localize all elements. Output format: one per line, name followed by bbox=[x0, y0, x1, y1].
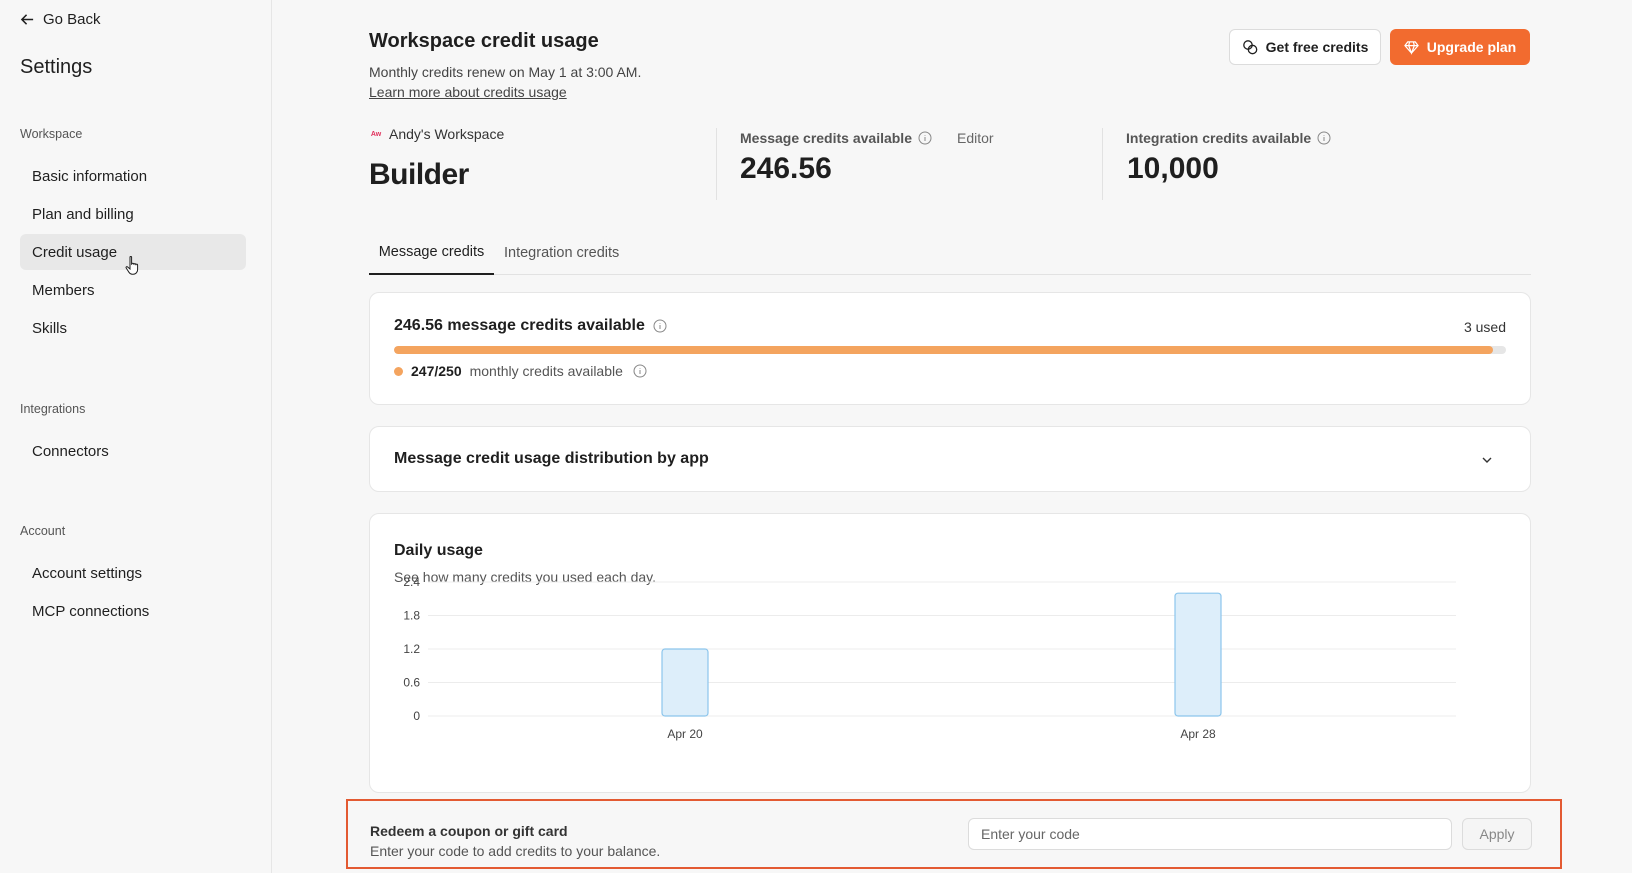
get-free-credits-label: Get free credits bbox=[1265, 39, 1369, 55]
apply-button[interactable]: Apply bbox=[1462, 818, 1532, 850]
x-tick-label: Apr 28 bbox=[1180, 727, 1216, 741]
sidebar-item-plan-and-billing[interactable]: Plan and billing bbox=[20, 196, 246, 232]
page-title: Workspace credit usage bbox=[369, 30, 599, 52]
hand-pointer-icon bbox=[125, 256, 139, 275]
redeem-subtitle: Enter your code to add credits to your b… bbox=[370, 843, 661, 859]
section-label-workspace: Workspace bbox=[20, 127, 83, 141]
chevron-down-icon[interactable] bbox=[1480, 453, 1494, 467]
legend-dot bbox=[394, 366, 403, 376]
settings-title: Settings bbox=[20, 56, 93, 78]
divider bbox=[1102, 128, 1103, 200]
diamond-icon bbox=[1403, 40, 1419, 55]
bar bbox=[1174, 592, 1222, 717]
redeem-title: Redeem a coupon or gift card bbox=[370, 823, 568, 839]
workspace-logo: Aw bbox=[370, 130, 382, 138]
tab-integration-credits[interactable]: Integration credits bbox=[504, 230, 619, 275]
credits-progress-fill bbox=[394, 346, 1493, 354]
message-credits-card: 246.56 message credits available 3 used … bbox=[369, 292, 1531, 405]
upgrade-plan-label: Upgrade plan bbox=[1426, 39, 1517, 55]
go-back-label: Go Back bbox=[43, 10, 101, 28]
sidebar-item-basic-information[interactable]: Basic information bbox=[20, 158, 246, 194]
y-tick-label: 2.4 bbox=[403, 575, 420, 589]
sidebar-item-account-settings[interactable]: Account settings bbox=[20, 555, 246, 591]
integration-credits-label: Integration credits available bbox=[1126, 130, 1331, 146]
section-label-account: Account bbox=[20, 524, 66, 538]
x-tick-label: Apr 20 bbox=[667, 727, 703, 741]
plan-name: Builder bbox=[369, 158, 469, 191]
sidebar-item-mcp-connections[interactable]: MCP connections bbox=[20, 593, 246, 629]
distribution-card[interactable]: Message credit usage distribution by app bbox=[369, 426, 1531, 492]
main-content: Workspace credit usage Monthly credits r… bbox=[272, 0, 1632, 873]
go-back-button[interactable]: Go Back bbox=[20, 8, 101, 30]
message-credits-label: Message credits available bbox=[740, 130, 932, 146]
info-icon[interactable] bbox=[1317, 131, 1331, 145]
redeem-section: Redeem a coupon or gift card Enter your … bbox=[346, 799, 1562, 869]
arrow-left-icon bbox=[20, 13, 34, 25]
message-credits-label-text: Message credits available bbox=[740, 130, 912, 146]
info-icon[interactable] bbox=[653, 319, 667, 333]
daily-usage-card: Daily usage See how many credits you use… bbox=[369, 513, 1531, 793]
workspace-name: Andy's Workspace bbox=[389, 126, 505, 142]
coins-icon bbox=[1242, 40, 1257, 55]
sidebar-item-connectors[interactable]: Connectors bbox=[20, 433, 246, 469]
divider bbox=[716, 128, 717, 200]
legend-count: 247/250 bbox=[411, 363, 462, 379]
y-tick-label: 0.6 bbox=[403, 676, 420, 690]
credits-legend: 247/250 monthly credits available bbox=[394, 363, 647, 379]
learn-more-link[interactable]: Learn more about credits usage bbox=[369, 84, 567, 100]
sidebar-item-skills[interactable]: Skills bbox=[20, 310, 246, 346]
credits-used: 3 used bbox=[1463, 319, 1506, 335]
y-tick-label: 1.2 bbox=[403, 642, 420, 656]
sidebar-item-members[interactable]: Members bbox=[20, 272, 246, 308]
get-free-credits-button[interactable]: Get free credits bbox=[1229, 29, 1381, 65]
credits-available-title: 246.56 message credits available bbox=[394, 317, 667, 335]
workspace-row: Aw Andy's Workspace bbox=[369, 126, 504, 142]
coupon-code-input[interactable] bbox=[968, 818, 1452, 850]
credits-progress-bar bbox=[394, 346, 1506, 354]
info-icon[interactable] bbox=[633, 364, 647, 378]
info-icon[interactable] bbox=[918, 131, 932, 145]
daily-usage-chart: 0 0.6 1.2 1.8 2.4 Apr 20 Apr 28 bbox=[403, 575, 1456, 741]
bar bbox=[661, 648, 709, 717]
distribution-title: Message credit usage distribution by app bbox=[394, 450, 709, 467]
sidebar: Go Back Settings Workspace Basic informa… bbox=[0, 0, 272, 873]
credits-available-text: 246.56 message credits available bbox=[394, 317, 645, 334]
renew-text: Monthly credits renew on May 1 at 3:00 A… bbox=[369, 64, 642, 80]
message-credits-value: 246.56 bbox=[740, 152, 832, 185]
tab-message-credits[interactable]: Message credits bbox=[369, 230, 494, 275]
y-tick-label: 0 bbox=[413, 709, 420, 723]
legend-text: monthly credits available bbox=[469, 363, 623, 379]
y-tick-label: 1.8 bbox=[403, 609, 420, 623]
integration-credits-value: 10,000 bbox=[1127, 152, 1219, 185]
credit-tabs: Message credits Integration credits bbox=[369, 230, 1531, 275]
section-label-integrations: Integrations bbox=[20, 402, 86, 416]
role-label: Editor bbox=[957, 130, 994, 146]
upgrade-plan-button[interactable]: Upgrade plan bbox=[1390, 29, 1530, 65]
integration-credits-label-text: Integration credits available bbox=[1126, 130, 1312, 146]
